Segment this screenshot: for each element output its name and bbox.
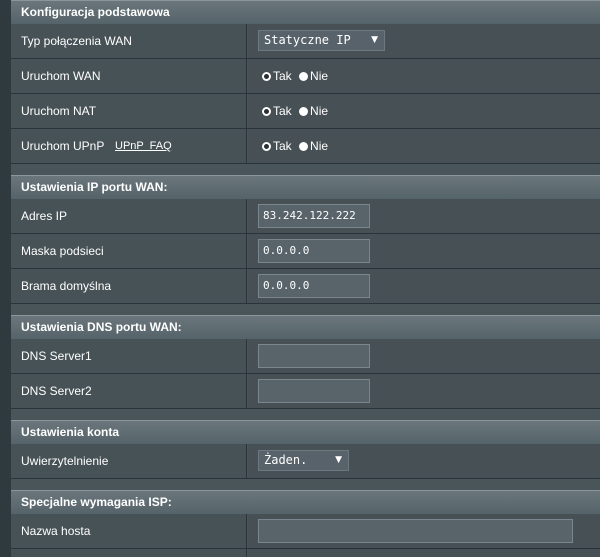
row-enable-upnp: Uruchom UPnP UPnP FAQ Tak Nie <box>11 129 600 164</box>
hostname-input[interactable] <box>258 519 573 543</box>
hostname-label: Nazwa hosta <box>11 514 247 548</box>
enable-upnp-label: Uruchom UPnP <box>21 139 105 153</box>
row-authentication: Uwierzytelnienie Żaden. ▼ <box>11 444 600 479</box>
default-gateway-input[interactable]: 0.0.0.0 <box>258 274 370 298</box>
radio-unchecked-icon <box>299 72 309 81</box>
enable-wan-radio-group: Tak Nie <box>262 59 332 93</box>
row-enable-wan: Uruchom WAN Tak Nie <box>11 59 600 94</box>
enable-nat-radio-group: Tak Nie <box>262 94 332 128</box>
section-isp: Specjalne wymagania ISP: <box>11 490 600 514</box>
radio-checked-icon <box>262 72 271 81</box>
enable-upnp-no-radio[interactable]: Nie <box>299 129 328 163</box>
chevron-down-icon: ▼ <box>371 35 378 45</box>
dns-server1-input[interactable] <box>258 344 370 368</box>
row-dns-server2: DNS Server2 <box>11 374 600 409</box>
radio-checked-icon <box>262 142 271 151</box>
dns-server2-label: DNS Server2 <box>11 374 247 408</box>
dns-server1-label: DNS Server1 <box>11 339 247 373</box>
radio-unchecked-icon <box>299 142 309 151</box>
subnet-mask-label: Maska podsieci <box>11 234 247 268</box>
default-gateway-label: Brama domyślna <box>11 269 247 303</box>
enable-nat-no-radio[interactable]: Nie <box>299 94 328 128</box>
section-basic-config: Konfiguracja podstawowa <box>11 0 600 24</box>
authentication-select[interactable]: Żaden. ▼ <box>258 450 349 471</box>
ip-address-input[interactable]: 83.242.122.222 <box>258 204 370 228</box>
radio-checked-icon <box>262 107 271 116</box>
enable-wan-no-radio[interactable]: Nie <box>299 59 328 93</box>
chevron-down-icon: ▼ <box>335 455 342 465</box>
wan-settings-panel: Konfiguracja podstawowa Typ połączenia W… <box>11 0 600 557</box>
row-partial-next <box>11 549 600 557</box>
subnet-mask-input[interactable]: 0.0.0.0 <box>258 239 370 263</box>
row-hostname: Nazwa hosta <box>11 514 600 549</box>
radio-unchecked-icon <box>299 107 309 116</box>
wan-type-label: Typ połączenia WAN <box>11 24 247 58</box>
row-enable-nat: Uruchom NAT Tak Nie <box>11 94 600 129</box>
enable-upnp-yes-radio[interactable]: Tak <box>262 129 292 163</box>
wan-type-select[interactable]: Statyczne IP ▼ <box>258 30 385 51</box>
authentication-value: Żaden. <box>264 453 308 467</box>
row-subnet-mask: Maska podsieci 0.0.0.0 <box>11 234 600 269</box>
section-account: Ustawienia konta <box>11 420 600 444</box>
row-wan-type: Typ połączenia WAN Statyczne IP ▼ <box>11 24 600 59</box>
authentication-label: Uwierzytelnienie <box>11 444 247 478</box>
ip-address-label: Adres IP <box>11 199 247 233</box>
enable-wan-label: Uruchom WAN <box>11 59 247 93</box>
row-ip-address: Adres IP 83.242.122.222 <box>11 199 600 234</box>
row-dns-server1: DNS Server1 <box>11 339 600 374</box>
enable-upnp-radio-group: Tak Nie <box>262 129 332 163</box>
upnp-faq-link[interactable]: UPnP FAQ <box>115 129 172 163</box>
section-wan-ip: Ustawienia IP portu WAN: <box>11 175 600 199</box>
wan-type-value: Statyczne IP <box>264 33 351 47</box>
row-default-gateway: Brama domyślna 0.0.0.0 <box>11 269 600 304</box>
section-wan-dns: Ustawienia DNS portu WAN: <box>11 315 600 339</box>
enable-wan-yes-radio[interactable]: Tak <box>262 59 292 93</box>
enable-nat-label: Uruchom NAT <box>11 94 247 128</box>
enable-nat-yes-radio[interactable]: Tak <box>262 94 292 128</box>
dns-server2-input[interactable] <box>258 379 370 403</box>
